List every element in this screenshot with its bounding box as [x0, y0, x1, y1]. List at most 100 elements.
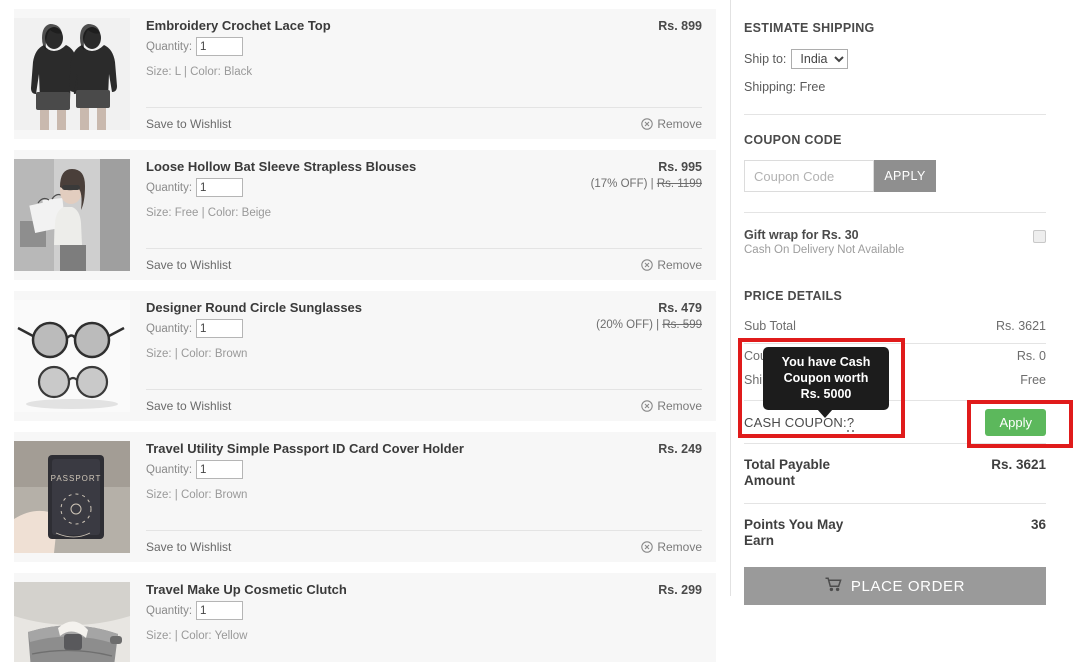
item-thumbnail[interactable]: [14, 159, 130, 271]
item-variant: Size: | Color: Brown: [146, 348, 248, 360]
remove-circle-x-icon: [641, 117, 654, 130]
quantity-label: Quantity:: [146, 604, 193, 617]
item-quantity-row: Quantity:: [146, 37, 702, 56]
price-row-value: Rs. 3621: [995, 319, 1046, 333]
cart-item: Embroidery Crochet Lace TopQuantity:Size…: [14, 9, 716, 139]
remove-circle-x-icon: [641, 399, 654, 412]
tooltip-arrow: [817, 409, 833, 418]
item-discount: (20% OFF) | Rs. 599: [596, 319, 702, 331]
item-price-block: Rs. 479 (20% OFF) | Rs. 599: [566, 300, 702, 334]
item-price-block: Rs. 249: [566, 441, 702, 458]
ship-to-label: Ship to:: [744, 52, 787, 66]
item-price: Rs. 299: [658, 583, 702, 597]
cart-item: Travel Make Up Cosmetic ClutchQuantity:S…: [14, 573, 716, 662]
quantity-input[interactable]: [196, 460, 244, 479]
estimate-shipping-section: ESTIMATE SHIPPING Ship to: India Shippin…: [744, 0, 1046, 94]
quantity-label: Quantity:: [146, 463, 193, 476]
cash-coupon-apply-button[interactable]: Apply: [985, 408, 1046, 436]
cash-coupon-tooltip: You have Cash Coupon worth Rs. 5000: [763, 347, 889, 418]
item-discount: (17% OFF) | Rs. 1199: [590, 178, 702, 190]
item-price-block: Rs. 899: [566, 18, 702, 35]
item-quantity-row: Quantity:: [146, 460, 702, 479]
item-price: Rs. 899: [658, 19, 702, 33]
ship-to-country-select[interactable]: India: [791, 49, 849, 69]
item-thumbnail[interactable]: [14, 300, 130, 412]
gift-wrap-subtitle: Cash On Delivery Not Available: [744, 244, 905, 256]
estimate-shipping-heading: ESTIMATE SHIPPING: [744, 21, 875, 35]
total-payable-row: Total Payable Amount Rs. 3621: [744, 457, 1046, 489]
cart-items-list: Embroidery Crochet Lace TopQuantity:Size…: [0, 0, 730, 662]
item-thumbnail[interactable]: [14, 582, 130, 662]
points-earn-value: 36: [1030, 517, 1046, 532]
coupon-input-row: APPLY: [744, 160, 1046, 192]
cart-icon: [825, 576, 842, 596]
place-order-button[interactable]: PLACE ORDER: [744, 567, 1046, 605]
save-to-wishlist-link[interactable]: Save to Wishlist: [146, 258, 231, 272]
item-actions: Save to Wishlist Remove: [146, 107, 702, 139]
item-actions: Save to Wishlist Remove: [146, 530, 702, 562]
gift-wrap-checkbox[interactable]: [1033, 230, 1046, 243]
item-variant: Size: | Color: Yellow: [146, 630, 248, 642]
points-earn-row: Points You May Earn 36: [744, 517, 1046, 549]
total-payable-label: Total Payable Amount: [744, 457, 831, 488]
item-details: Designer Round Circle Sunglasses Quantity…: [130, 291, 716, 421]
gift-wrap-text-block: Gift wrap for Rs. 30 Cash On Delivery No…: [744, 227, 904, 258]
item-price: Rs. 249: [658, 442, 702, 456]
quantity-label: Quantity:: [146, 40, 193, 53]
gift-wrap-title: Gift wrap for Rs. 30: [744, 228, 859, 242]
remove-item-link[interactable]: Remove: [641, 399, 702, 413]
order-summary-panel: ESTIMATE SHIPPING Ship to: India Shippin…: [744, 0, 1046, 662]
cart-item: Designer Round Circle Sunglasses Quantity…: [14, 291, 716, 421]
quantity-input[interactable]: [196, 37, 244, 56]
save-to-wishlist-link[interactable]: Save to Wishlist: [146, 399, 231, 413]
price-row-value: Rs. 0: [1016, 349, 1046, 363]
quantity-label: Quantity:: [146, 322, 193, 335]
remove-circle-x-icon: [641, 258, 654, 271]
item-price-block: Rs. 995 (17% OFF) | Rs. 1199: [566, 159, 702, 193]
remove-item-link[interactable]: Remove: [641, 258, 702, 272]
quantity-input[interactable]: [196, 601, 244, 620]
item-price: Rs. 479: [658, 301, 702, 315]
item-actions: Save to Wishlist Remove: [146, 248, 702, 280]
divider-above-points: [744, 503, 1046, 504]
remove-item-link[interactable]: Remove: [641, 117, 702, 131]
item-details: Loose Hollow Bat Sleeve Strapless Blouse…: [130, 150, 716, 280]
item-price-block: Rs. 299: [566, 582, 702, 599]
points-earn-label: Points You May Earn: [744, 517, 844, 548]
coupon-code-input[interactable]: [744, 160, 874, 192]
item-thumbnail[interactable]: [14, 18, 130, 130]
item-details: Embroidery Crochet Lace TopQuantity:Size…: [130, 9, 716, 139]
item-original-price: Rs. 1199: [656, 178, 702, 190]
price-details-section: PRICE DETAILS Sub Total Rs. 3621 Coupon …: [744, 258, 1046, 605]
item-quantity-row: Quantity:: [146, 601, 702, 620]
item-price: Rs. 995: [658, 160, 702, 174]
coupon-apply-button[interactable]: APPLY: [874, 160, 936, 192]
divider-below-subtotal: [744, 343, 1046, 344]
svg-text:PASSPORT: PASSPORT: [51, 474, 102, 483]
quantity-input[interactable]: [196, 178, 244, 197]
cart-item: Loose Hollow Bat Sleeve Strapless Blouse…: [14, 150, 716, 280]
cash-coupon-label: CASH COUPON:?: [744, 414, 855, 432]
divider-below-cash-coupon: [744, 443, 1046, 444]
item-variant: Size: | Color: Brown: [146, 489, 248, 501]
price-row-label: Sub Total: [744, 319, 796, 333]
cart-item: PASSPORT Travel Utility Simple Passport …: [14, 432, 716, 562]
save-to-wishlist-link[interactable]: Save to Wishlist: [146, 117, 231, 131]
cash-coupon-help-icon[interactable]: ?: [846, 414, 855, 432]
item-variant: Size: L | Color: Black: [146, 66, 253, 78]
shipping-status-text: Shipping: Free: [744, 80, 826, 94]
price-row-subtotal: Sub Total Rs. 3621: [744, 319, 1046, 343]
remove-item-link[interactable]: Remove: [641, 540, 702, 554]
price-row-value: Free: [1020, 373, 1046, 387]
coupon-code-section: COUPON CODE APPLY: [744, 115, 1046, 192]
save-to-wishlist-link[interactable]: Save to Wishlist: [146, 540, 231, 554]
item-original-price: Rs. 599: [662, 319, 702, 331]
item-details: Travel Utility Simple Passport ID Card C…: [130, 432, 716, 562]
quantity-input[interactable]: [196, 319, 244, 338]
item-thumbnail[interactable]: PASSPORT: [14, 441, 130, 553]
quantity-label: Quantity:: [146, 181, 193, 194]
ship-to-row: Ship to: India: [744, 49, 1046, 69]
item-actions: Save to Wishlist Remove: [146, 389, 702, 421]
total-payable-value: Rs. 3621: [991, 457, 1046, 472]
price-details-heading: PRICE DETAILS: [744, 289, 843, 303]
